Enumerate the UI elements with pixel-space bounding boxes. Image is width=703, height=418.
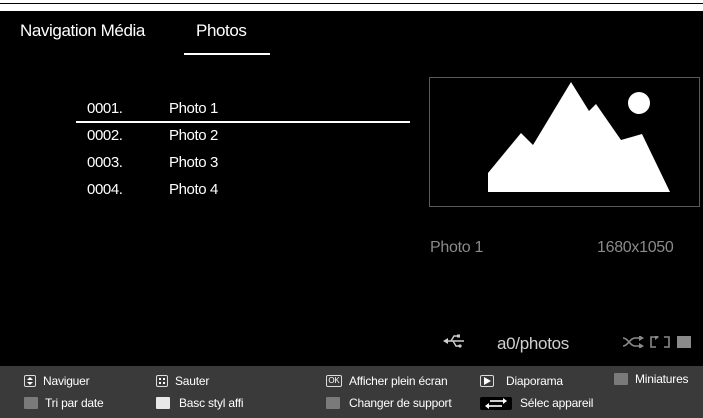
hint-navigate-label: Naviguer — [43, 374, 90, 388]
top-divider — [0, 3, 703, 4]
list-item-index: 0004. — [87, 181, 123, 198]
hint-select-device-label: Sélec appareil — [520, 396, 594, 410]
hint-thumbnails-label: Miniatures — [635, 372, 689, 386]
hint-skip-label: Sauter — [175, 374, 210, 388]
list-item-name: Photo 2 — [169, 127, 218, 144]
tab-photos[interactable]: Photos — [196, 21, 247, 41]
grey-button-icon — [326, 397, 340, 409]
list-item[interactable]: 0004. Photo 4 — [0, 181, 420, 207]
grey-button-icon — [614, 373, 628, 385]
list-item-index: 0003. — [87, 154, 123, 171]
ok-key-icon: OK — [326, 375, 342, 387]
hint-thumbnails[interactable]: Miniatures — [614, 372, 689, 386]
list-item[interactable]: 0002. Photo 2 — [0, 127, 420, 153]
grey-button-icon — [24, 397, 38, 409]
list-item[interactable]: 0003. Photo 3 — [0, 154, 420, 180]
list-item[interactable]: 0001. Photo 1 — [0, 100, 420, 126]
hint-slideshow-label: Diaporama — [506, 374, 563, 388]
tab-photos-underline — [184, 53, 270, 55]
hint-change-source-label: Changer de support — [349, 396, 452, 410]
image-placeholder-icon — [488, 82, 670, 192]
play-icon — [480, 375, 494, 387]
list-item-name: Photo 3 — [169, 154, 218, 171]
selected-file-resolution: 1680x1050 — [597, 239, 674, 256]
up-down-arrows-icon — [24, 375, 36, 387]
hint-toggle-view-style[interactable]: Basc styl affi — [156, 396, 244, 410]
hint-change-source[interactable]: Changer de support — [326, 396, 452, 410]
hint-fullscreen[interactable]: OK Afficher plein écran — [326, 374, 448, 388]
hint-fullscreen-label: Afficher plein écran — [349, 374, 448, 388]
hint-toggle-view-style-label: Basc styl affi — [179, 396, 244, 410]
white-button-icon — [156, 397, 170, 409]
numeric-keys-icon — [156, 375, 168, 387]
hint-slideshow[interactable]: Diaporama — [480, 374, 563, 388]
hint-sort-by-date-label: Tri par date — [45, 396, 104, 410]
shuffle-icon — [622, 336, 644, 348]
list-item-index: 0002. — [87, 127, 123, 144]
hint-select-device[interactable]: Sélec appareil — [480, 396, 593, 410]
media-browser-screen: Navigation Média Photos 0001. Photo 1 00… — [0, 0, 703, 418]
list-item-index: 0001. — [87, 100, 123, 117]
list-item-name: Photo 4 — [169, 181, 218, 198]
current-path: a0/photos — [497, 334, 569, 353]
list-item-name: Photo 1 — [169, 100, 218, 117]
photo-preview — [429, 77, 700, 207]
hint-sort-by-date[interactable]: Tri par date — [24, 396, 104, 410]
hint-navigate[interactable]: Naviguer — [24, 374, 90, 388]
repeat-icon — [650, 336, 670, 348]
selected-file-name: Photo 1 — [430, 239, 484, 256]
footer-hints: Naviguer Sauter OK Afficher plein écran … — [0, 366, 703, 418]
usb-icon — [443, 334, 464, 348]
stop-icon — [677, 336, 691, 348]
hint-skip[interactable]: Sauter — [156, 374, 209, 388]
page-title: Navigation Média — [20, 21, 145, 40]
swap-arrows-icon — [480, 396, 512, 410]
